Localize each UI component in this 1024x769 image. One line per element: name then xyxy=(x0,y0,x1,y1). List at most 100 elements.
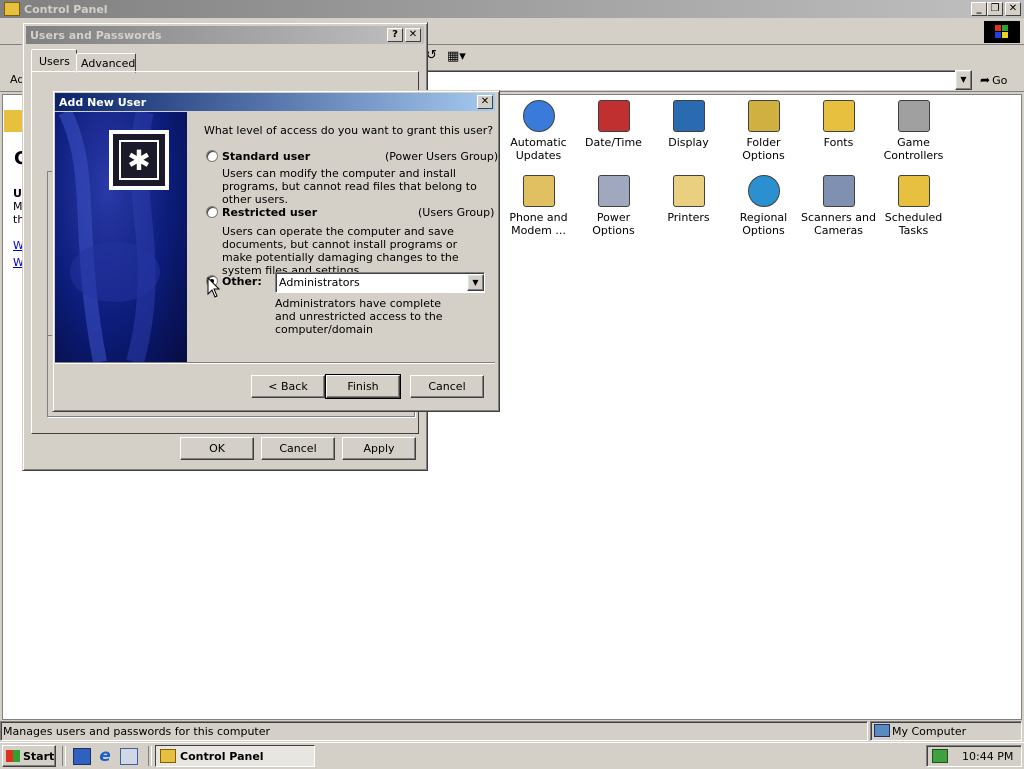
printers-icon xyxy=(672,175,705,207)
network-tray-icon[interactable] xyxy=(932,749,948,763)
back-label: < Back xyxy=(268,380,308,393)
game-controllers-item[interactable]: Game Controllers xyxy=(876,100,951,162)
group-select-value: Administrators xyxy=(279,276,360,289)
scheduled-tasks-item[interactable]: Scheduled Tasks xyxy=(876,175,951,237)
views-icon[interactable]: ▦▾ xyxy=(447,49,469,65)
outlook-express-icon[interactable] xyxy=(120,748,138,765)
finish-button[interactable]: Finish xyxy=(325,374,401,399)
tab-users[interactable]: Users xyxy=(31,49,77,73)
taskbar-control-panel-button[interactable]: Control Panel xyxy=(155,745,315,767)
wizard-cancel-label: Cancel xyxy=(428,380,466,393)
group-select-arrow[interactable]: ▼ xyxy=(467,274,484,291)
restore-button[interactable]: ❐ xyxy=(987,2,1003,16)
back-button[interactable]: < Back xyxy=(251,375,325,398)
phone-modem-item[interactable]: Phone and Modem ... xyxy=(501,175,576,237)
fonts-item[interactable]: Fonts xyxy=(801,100,876,149)
system-tray: 10:44 PM xyxy=(926,745,1022,767)
start-button[interactable]: Start xyxy=(2,745,56,767)
game-controllers-icon xyxy=(897,100,930,132)
standard-user-label[interactable]: Standard user xyxy=(222,150,310,163)
status-text: Manages users and passwords for this com… xyxy=(3,725,271,738)
regional-options-item[interactable]: Regional Options xyxy=(726,175,801,237)
add-new-user-dialog: Add New User ✕ ✱ What level of access do… xyxy=(52,90,500,412)
standard-user-radio[interactable] xyxy=(206,150,218,162)
restricted-user-group: (Users Group) xyxy=(418,206,495,219)
windows-logo-icon xyxy=(984,21,1020,43)
left-panel-text-1: U xyxy=(13,187,22,200)
address-dropdown-button[interactable]: ▼ xyxy=(955,70,972,90)
add-new-user-close-button[interactable]: ✕ xyxy=(477,95,493,109)
icon-label: Date/Time xyxy=(585,136,642,149)
apply-label: Apply xyxy=(363,442,395,455)
start-label: Start xyxy=(23,749,55,763)
icon-label: Printers xyxy=(667,211,710,224)
wizard-banner: ✱ xyxy=(55,112,187,362)
icon-label: Phone and Modem ... xyxy=(509,211,568,237)
tab-advanced[interactable]: Advanced xyxy=(76,53,136,73)
quicklaunch-separator-2 xyxy=(148,746,152,766)
users-wizard-icon: ✱ xyxy=(109,130,169,190)
power-options-icon xyxy=(597,175,630,207)
icon-label: Power Options xyxy=(592,211,635,237)
ok-button[interactable]: OK xyxy=(180,437,254,460)
standard-user-desc: Users can modify the computer and instal… xyxy=(222,167,477,206)
display-item[interactable]: Display xyxy=(651,100,726,149)
other-label[interactable]: Other: xyxy=(222,275,262,288)
clock[interactable]: 10:44 PM xyxy=(962,750,1013,763)
restricted-user-desc: Users can operate the computer and save … xyxy=(222,225,459,277)
minimize-button[interactable]: _ xyxy=(971,2,987,16)
status-bar: Manages users and passwords for this com… xyxy=(0,720,1024,741)
users-cancel-button[interactable]: Cancel xyxy=(261,437,335,460)
date-time-item[interactable]: Date/Time xyxy=(576,100,651,149)
regional-options-icon xyxy=(747,175,780,207)
wizard-cancel-button[interactable]: Cancel xyxy=(410,375,484,398)
icon-label: Scanners and Cameras xyxy=(801,211,876,237)
finish-label: Finish xyxy=(347,380,379,393)
phone-modem-icon xyxy=(522,175,555,207)
go-label: Go xyxy=(992,73,1008,87)
status-text-field: Manages users and passwords for this com… xyxy=(0,721,868,741)
automatic-updates-icon xyxy=(522,100,555,132)
mouse-pointer-icon xyxy=(207,277,221,298)
printers-item[interactable]: Printers xyxy=(651,175,726,224)
users-passwords-title: Users and Passwords xyxy=(30,28,162,42)
left-panel-logo-icon xyxy=(4,110,22,132)
go-button[interactable]: ➦ Go xyxy=(980,71,1020,89)
close-button[interactable]: ✕ xyxy=(1005,2,1021,16)
scheduled-tasks-icon xyxy=(897,175,930,207)
users-cancel-label: Cancel xyxy=(279,442,317,455)
icon-label: Display xyxy=(668,136,709,149)
apply-button[interactable]: Apply xyxy=(342,437,416,460)
restricted-user-label[interactable]: Restricted user xyxy=(222,206,317,219)
power-options-item[interactable]: Power Options xyxy=(576,175,651,237)
control-panel-title: Control Panel xyxy=(24,2,108,16)
folder-options-icon xyxy=(747,100,780,132)
internet-explorer-icon[interactable]: e xyxy=(96,747,114,765)
automatic-updates-item[interactable]: Automatic Updates xyxy=(501,100,576,162)
taskbar: Start e Control Panel 10:44 PM xyxy=(0,742,1024,769)
add-new-user-title: Add New User xyxy=(59,95,147,109)
folder-options-item[interactable]: Folder Options xyxy=(726,100,801,162)
access-question: What level of access do you want to gran… xyxy=(204,124,494,137)
wizard-separator xyxy=(55,362,495,364)
users-passwords-help-button[interactable]: ? xyxy=(387,28,403,42)
control-panel-app-icon xyxy=(4,2,20,16)
ok-label: OK xyxy=(209,442,225,455)
my-computer-icon xyxy=(874,724,890,737)
restricted-user-radio[interactable] xyxy=(206,206,218,218)
date-time-icon xyxy=(597,100,630,132)
scanners-cameras-item[interactable]: Scanners and Cameras xyxy=(801,175,876,237)
control-panel-titlebar: Control Panel xyxy=(0,0,1024,18)
users-passwords-close-button[interactable]: ✕ xyxy=(405,28,421,42)
standard-user-group: (Power Users Group) xyxy=(385,150,499,163)
users-passwords-titlebar: Users and Passwords xyxy=(26,26,424,44)
address-input[interactable] xyxy=(426,70,958,90)
taskbar-control-panel-label: Control Panel xyxy=(180,749,264,763)
icon-label: Scheduled Tasks xyxy=(884,211,943,237)
tab-advanced-label: Advanced xyxy=(81,57,136,70)
go-arrow-icon: ➦ xyxy=(980,73,991,87)
tab-users-label: Users xyxy=(39,55,70,68)
group-select[interactable]: Administrators ▼ xyxy=(275,272,485,293)
icon-label: Regional Options xyxy=(739,211,788,237)
show-desktop-icon[interactable] xyxy=(73,748,91,765)
